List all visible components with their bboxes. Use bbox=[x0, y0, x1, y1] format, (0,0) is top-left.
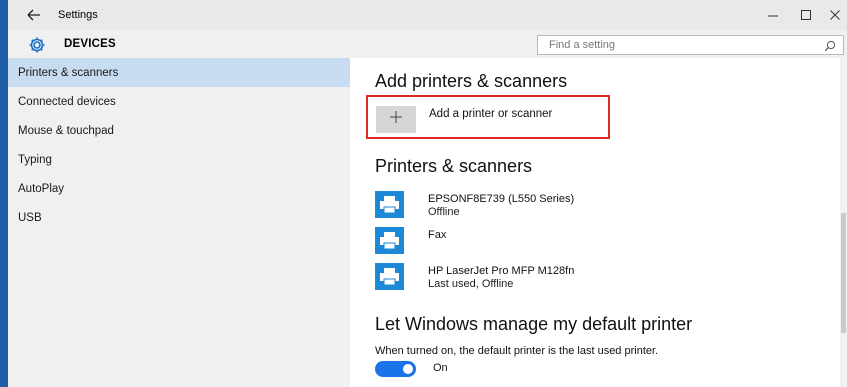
sidebar-item-typing[interactable]: Typing bbox=[8, 145, 350, 174]
printers-section-heading: Printers & scanners bbox=[375, 156, 533, 176]
plus-icon bbox=[389, 110, 403, 129]
add-printer-label[interactable]: Add a printer or scanner bbox=[429, 108, 552, 120]
main-content: Add printers & scanners Add a printer or… bbox=[350, 58, 847, 387]
scrollbar[interactable] bbox=[840, 58, 847, 387]
add-printer-button[interactable] bbox=[376, 106, 416, 133]
sidebar-item-label: Printers & scanners bbox=[18, 66, 119, 79]
sidebar-item-connected-devices[interactable]: Connected devices bbox=[8, 87, 350, 116]
window-accent-border bbox=[0, 0, 8, 387]
close-button[interactable] bbox=[818, 4, 847, 26]
sidebar-item-label: AutoPlay bbox=[18, 182, 65, 195]
gear-icon bbox=[28, 36, 46, 54]
printer-icon bbox=[375, 227, 404, 254]
sidebar-item-printers-scanners[interactable]: Printers & scanners bbox=[8, 58, 350, 87]
printer-icon bbox=[375, 191, 404, 218]
toggle-knob bbox=[403, 364, 413, 374]
search-icon[interactable] bbox=[824, 39, 836, 52]
add-section-heading: Add printers & scanners bbox=[375, 71, 568, 91]
sidebar-item-label: Typing bbox=[18, 153, 52, 166]
printer-name: EPSONF8E739 (L550 Series) bbox=[428, 193, 575, 205]
printer-status: Last used, Offline bbox=[428, 278, 514, 290]
sidebar-item-label: Mouse & touchpad bbox=[18, 124, 114, 137]
sidebar-item-autoplay[interactable]: AutoPlay bbox=[8, 174, 350, 203]
toggle-state-label: On bbox=[433, 362, 448, 374]
title-bar: Settings bbox=[8, 0, 847, 30]
back-arrow-icon[interactable] bbox=[26, 7, 42, 23]
header-row: DEVICES bbox=[8, 30, 847, 58]
window-title: Settings bbox=[58, 9, 98, 21]
search-box[interactable] bbox=[537, 35, 844, 55]
printer-status: Offline bbox=[428, 206, 460, 218]
printer-icon bbox=[375, 263, 404, 290]
page-title: DEVICES bbox=[64, 38, 116, 50]
sidebar-item-label: Connected devices bbox=[18, 95, 116, 108]
search-input[interactable] bbox=[538, 36, 818, 54]
sidebar-item-mouse-touchpad[interactable]: Mouse & touchpad bbox=[8, 116, 350, 145]
printer-name: Fax bbox=[428, 229, 447, 241]
printer-name: HP LaserJet Pro MFP M128fn bbox=[428, 265, 575, 277]
scrollbar-thumb[interactable] bbox=[841, 213, 846, 333]
minimize-button[interactable] bbox=[756, 4, 790, 26]
sidebar-item-usb[interactable]: USB bbox=[8, 203, 350, 232]
default-printer-description: When turned on, the default printer is t… bbox=[375, 345, 659, 357]
default-printer-heading: Let Windows manage my default printer bbox=[375, 314, 693, 334]
default-printer-toggle[interactable] bbox=[375, 361, 416, 377]
sidebar-item-label: USB bbox=[18, 211, 42, 224]
